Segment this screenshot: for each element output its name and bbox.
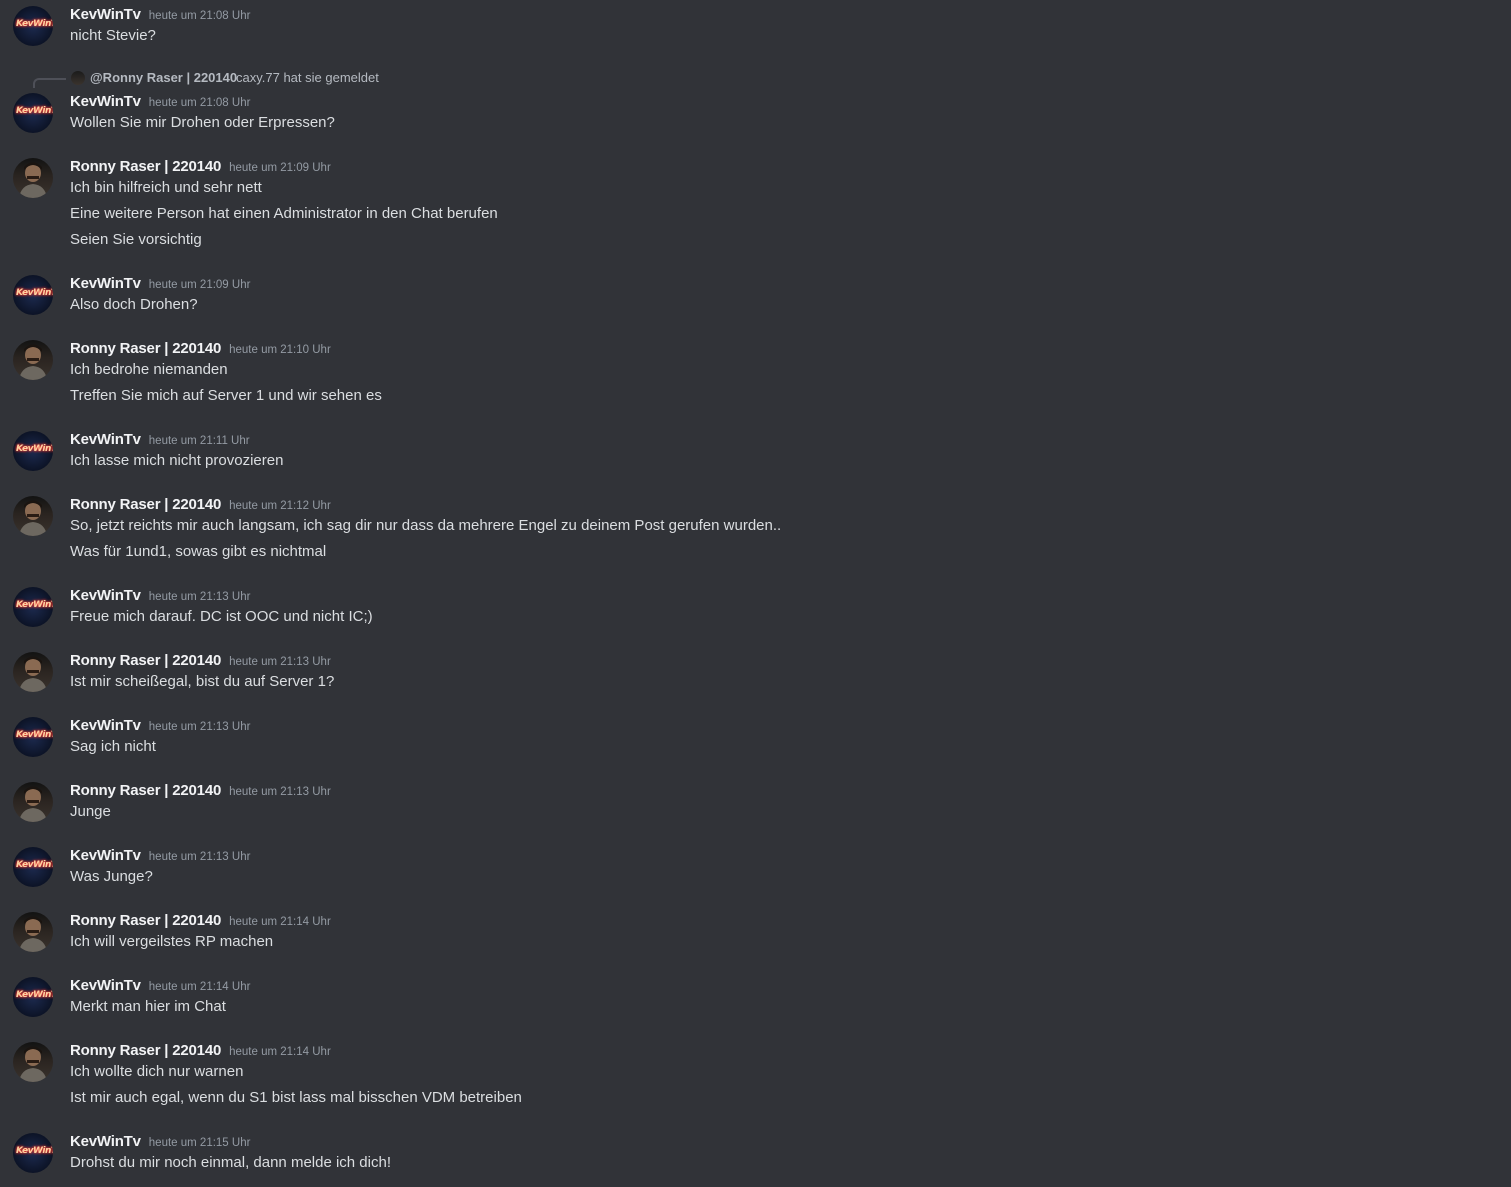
message-author[interactable]: KevWinTv xyxy=(70,275,141,292)
avatar[interactable] xyxy=(13,340,53,380)
avatar[interactable]: KevWinTv xyxy=(13,93,53,133)
message-text: Ich bin hilfreich und sehr nett xyxy=(70,179,262,196)
message-timestamp: heute um 21:13 Uhr xyxy=(229,656,331,668)
message-author[interactable]: KevWinTv xyxy=(70,717,141,734)
message-text: Eine weitere Person hat einen Administra… xyxy=(70,205,498,222)
message-timestamp: heute um 21:09 Uhr xyxy=(229,162,331,174)
message-text: Sag ich nicht xyxy=(70,738,156,755)
message-text: Wollen Sie mir Drohen oder Erpressen? xyxy=(70,114,335,131)
message-text: Was Junge? xyxy=(70,868,153,885)
message-author[interactable]: Ronny Raser | 220140 xyxy=(70,912,221,929)
reply-avatar xyxy=(71,71,85,85)
reply-author[interactable]: @Ronny Raser | 220140 xyxy=(90,70,237,85)
reply-text[interactable]: caxy.77 hat sie gemeldet xyxy=(236,70,379,85)
message-author[interactable]: KevWinTv xyxy=(70,1133,141,1150)
message-timestamp: heute um 21:13 Uhr xyxy=(148,591,251,603)
message-text: Merkt man hier im Chat xyxy=(70,998,226,1015)
message-author[interactable]: KevWinTv xyxy=(70,431,141,448)
message-timestamp: heute um 21:11 Uhr xyxy=(148,435,250,447)
message-text: Ist mir scheißegal, bist du auf Server 1… xyxy=(70,673,335,690)
message-text: Ich will vergeilstes RP machen xyxy=(70,933,274,950)
avatar[interactable] xyxy=(13,158,53,198)
reply-spine xyxy=(33,78,66,88)
avatar[interactable] xyxy=(13,652,53,692)
message-timestamp: heute um 21:09 Uhr xyxy=(148,279,251,291)
avatar[interactable] xyxy=(13,782,53,822)
avatar[interactable]: KevWinTv xyxy=(13,275,53,315)
message-timestamp: heute um 21:10 Uhr xyxy=(229,344,331,356)
message-text: Ich lasse mich nicht provozieren xyxy=(70,452,284,469)
message-text: Ich bedrohe niemanden xyxy=(70,361,228,378)
avatar[interactable]: KevWinTv xyxy=(13,6,53,46)
message-author[interactable]: Ronny Raser | 220140 xyxy=(70,496,221,513)
message-timestamp: heute um 21:08 Uhr xyxy=(148,10,251,22)
message-author[interactable]: Ronny Raser | 220140 xyxy=(70,1042,221,1059)
message-author[interactable]: Ronny Raser | 220140 xyxy=(70,158,221,175)
message-timestamp: heute um 21:13 Uhr xyxy=(148,721,251,733)
avatar[interactable] xyxy=(13,912,53,952)
message-text: Drohst du mir noch einmal, dann melde ic… xyxy=(70,1154,391,1171)
message-author[interactable]: KevWinTv xyxy=(70,6,141,23)
reply-preview[interactable]: @Ronny Raser | 220140 caxy.77 hat sie ge… xyxy=(0,70,600,88)
message-timestamp: heute um 21:12 Uhr xyxy=(229,500,331,512)
message-text: Also doch Drohen? xyxy=(70,296,198,313)
message-timestamp: heute um 21:14 Uhr xyxy=(229,1046,331,1058)
chat-message-list: KevWinTv KevWinTv heute um 21:08 Uhr nic… xyxy=(0,0,1511,1187)
avatar[interactable]: KevWinTv xyxy=(13,431,53,471)
message-author[interactable]: KevWinTv xyxy=(70,93,141,110)
message-author[interactable]: Ronny Raser | 220140 xyxy=(70,340,221,357)
message-timestamp: heute um 21:13 Uhr xyxy=(229,786,331,798)
message-text: Seien Sie vorsichtig xyxy=(70,231,202,248)
message-text: So, jetzt reichts mir auch langsam, ich … xyxy=(70,517,782,534)
avatar[interactable] xyxy=(13,496,53,536)
message-text: Treffen Sie mich auf Server 1 und wir se… xyxy=(70,387,382,404)
avatar[interactable]: KevWinTv xyxy=(13,1133,53,1173)
avatar[interactable]: KevWinTv xyxy=(13,587,53,627)
message-text: Freue mich darauf. DC ist OOC und nicht … xyxy=(70,608,373,625)
message-author[interactable]: KevWinTv xyxy=(70,847,141,864)
avatar[interactable]: KevWinTv xyxy=(13,847,53,887)
message-author[interactable]: Ronny Raser | 220140 xyxy=(70,652,221,669)
message-text: Ist mir auch egal, wenn du S1 bist lass … xyxy=(70,1089,522,1106)
message-text: Was für 1und1, sowas gibt es nichtmal xyxy=(70,543,327,560)
message-timestamp: heute um 21:08 Uhr xyxy=(148,97,251,109)
message-text: Junge xyxy=(70,803,111,820)
message-timestamp: heute um 21:14 Uhr xyxy=(148,981,251,993)
message-timestamp: heute um 21:14 Uhr xyxy=(229,916,331,928)
message-text: nicht Stevie? xyxy=(70,27,156,44)
avatar[interactable]: KevWinTv xyxy=(13,977,53,1017)
message-timestamp: heute um 21:15 Uhr xyxy=(148,1137,251,1149)
avatar[interactable]: KevWinTv xyxy=(13,717,53,757)
message-text: Ich wollte dich nur warnen xyxy=(70,1063,244,1080)
message-author[interactable]: KevWinTv xyxy=(70,587,141,604)
message-timestamp: heute um 21:13 Uhr xyxy=(148,851,251,863)
message-author[interactable]: KevWinTv xyxy=(70,977,141,994)
avatar[interactable] xyxy=(13,1042,53,1082)
message-author[interactable]: Ronny Raser | 220140 xyxy=(70,782,221,799)
